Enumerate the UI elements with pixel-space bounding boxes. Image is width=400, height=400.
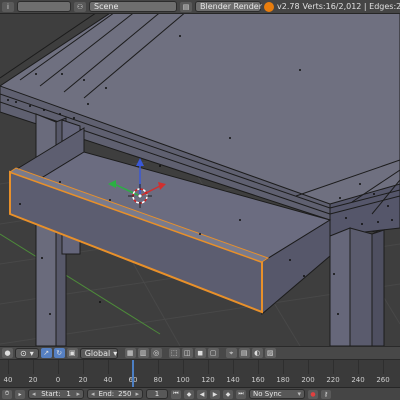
- timeline-tick-label: 80: [153, 376, 163, 384]
- timeline-tick-line: [108, 360, 109, 374]
- render-engine-select[interactable]: Blender Render: [195, 1, 263, 12]
- timeline-tick-label: 0: [55, 376, 61, 384]
- current-frame-value: 1: [154, 390, 160, 398]
- scene-icon[interactable]: ⚇: [74, 1, 86, 12]
- timeline-tick-label: 100: [176, 376, 190, 384]
- timeline-tick-line: [333, 360, 334, 374]
- end-frame-value: 250: [118, 390, 132, 398]
- edge-select-icon[interactable]: ◫: [181, 348, 193, 358]
- 3d-viewport[interactable]: [0, 14, 400, 346]
- keying-set-icon[interactable]: ⚷: [321, 389, 331, 399]
- layer-button-icon[interactable]: ▥: [137, 348, 149, 358]
- timeline-tick-line: [183, 360, 184, 374]
- chevron-right-icon[interactable]: ▸: [76, 390, 80, 398]
- timeline-tick-label: 20: [78, 376, 88, 384]
- timeline-editor-icon[interactable]: ⏱: [2, 389, 12, 399]
- pivot-point-select[interactable]: ⊙ ▾: [15, 347, 39, 359]
- chevron-down-icon: ▾: [297, 390, 301, 398]
- timeline-tick-label: 140: [226, 376, 240, 384]
- play-icon[interactable]: ▶: [210, 389, 220, 399]
- timeline-tick-line: [8, 360, 9, 374]
- start-frame-label: Start:: [41, 390, 61, 398]
- chevron-left-icon[interactable]: ◂: [32, 390, 36, 398]
- scene-field[interactable]: Scene: [89, 1, 177, 12]
- play-reverse-icon[interactable]: ◀: [197, 389, 207, 399]
- timeline-tick-label: 180: [276, 376, 290, 384]
- proportional-edit-icon[interactable]: ◎: [150, 348, 162, 358]
- timeline-tick-line: [208, 360, 209, 374]
- start-frame-field[interactable]: ◂ Start: 1 ▸: [28, 389, 84, 399]
- timeline-tick-line: [33, 360, 34, 374]
- current-frame-marker[interactable]: [132, 360, 134, 387]
- current-frame-field[interactable]: 1: [146, 389, 168, 399]
- jump-end-icon[interactable]: ⏭: [236, 389, 246, 399]
- stats-label: Verts:16/2,012 | Edges:20/4,020 | Faces: [302, 2, 400, 11]
- info-editor-icon[interactable]: i: [2, 1, 14, 12]
- sync-mode-label: No Sync: [253, 390, 282, 398]
- viewport-scene[interactable]: [0, 14, 400, 346]
- timeline-tick-line: [283, 360, 284, 374]
- timeline-tick-line: [83, 360, 84, 374]
- timeline-tick-line: [383, 360, 384, 374]
- jump-start-icon[interactable]: ⏮: [171, 389, 181, 399]
- chevron-down-icon: ▾: [113, 348, 118, 358]
- layers-icon[interactable]: ▦: [124, 348, 136, 358]
- timeline-tick-line: [58, 360, 59, 374]
- timeline-tick-label: 260: [376, 376, 390, 384]
- render-preview-icon[interactable]: ◐: [251, 348, 263, 358]
- snap-icon[interactable]: ⌖: [225, 348, 237, 358]
- transform-orientation-label: Global: [84, 348, 111, 358]
- timeline-tick-label: 40: [3, 376, 13, 384]
- end-frame-label: End:: [98, 390, 115, 398]
- pivot-point-icon: ⊙: [20, 348, 27, 358]
- end-frame-field[interactable]: ◂ End: 250 ▸: [87, 389, 143, 399]
- scene-name: Scene: [94, 2, 119, 11]
- record-icon[interactable]: ●: [308, 389, 318, 399]
- sync-mode-select[interactable]: No Sync ▾: [249, 389, 305, 399]
- timeline-tick-label: 240: [351, 376, 365, 384]
- snap-element-icon[interactable]: ▤: [238, 348, 250, 358]
- scene-stats: v2.78 Verts:16/2,012 | Edges:20/4,020 | …: [264, 1, 400, 12]
- next-keyframe-icon[interactable]: ◆: [223, 389, 233, 399]
- timeline-tick-label: 40: [103, 376, 113, 384]
- 3d-view-header: ● ⊙ ▾ ↗ ↻ ▣ Global ▾ ▦ ▥ ◎ ⬚ ◫ ◼ ▢ ⌖ ▤ ◐…: [0, 346, 400, 360]
- render-engine-label: Blender Render: [200, 2, 263, 11]
- start-frame-value: 1: [66, 390, 71, 398]
- screen-layout-field[interactable]: [17, 1, 71, 12]
- manipulator-scale-icon[interactable]: ▣: [66, 348, 78, 358]
- chevron-down-icon: ▾: [29, 348, 34, 358]
- timeline-tick-label: 160: [251, 376, 265, 384]
- render-engine-icon: ▤: [180, 1, 192, 12]
- manipulator-translate-icon[interactable]: ↗: [40, 348, 52, 358]
- prev-keyframe-icon[interactable]: ◆: [184, 389, 194, 399]
- timeline-ruler[interactable]: 4020020406080100120140160180200220240260: [0, 360, 400, 387]
- timeline-tick-line: [233, 360, 234, 374]
- timeline-tick-line: [258, 360, 259, 374]
- chevron-right-icon[interactable]: ▸: [135, 390, 139, 398]
- timeline-tick-line: [358, 360, 359, 374]
- timeline-tick-line: [158, 360, 159, 374]
- timeline-tick-label: 20: [28, 376, 38, 384]
- frame-range-icon[interactable]: ▸: [15, 389, 25, 399]
- transform-orientation-select[interactable]: Global ▾: [79, 347, 118, 359]
- opengl-render-icon[interactable]: ▨: [264, 348, 276, 358]
- timeline-tick-label: 120: [201, 376, 215, 384]
- chevron-left-icon[interactable]: ◂: [91, 390, 95, 398]
- info-header: i ⚇ Scene ▤ Blender Render v2.78 Verts:1…: [0, 0, 400, 14]
- face-select-icon[interactable]: ◼: [194, 348, 206, 358]
- timeline-tick-line: [308, 360, 309, 374]
- occlude-geometry-icon[interactable]: ▢: [207, 348, 219, 358]
- manipulator-rotate-icon[interactable]: ↻: [53, 348, 65, 358]
- vertex-select-icon[interactable]: ⬚: [168, 348, 180, 358]
- timeline-tick-label: 220: [326, 376, 340, 384]
- timeline-header: ⏱ ▸ ◂ Start: 1 ▸ ◂ End: 250 ▸ 1 ⏮ ◆ ◀ ▶ …: [0, 387, 400, 400]
- viewport-shading-icon[interactable]: ●: [2, 348, 13, 358]
- timeline-tick-label: 200: [301, 376, 315, 384]
- blender-logo-icon: [264, 1, 274, 12]
- version-label: v2.78: [277, 2, 300, 11]
